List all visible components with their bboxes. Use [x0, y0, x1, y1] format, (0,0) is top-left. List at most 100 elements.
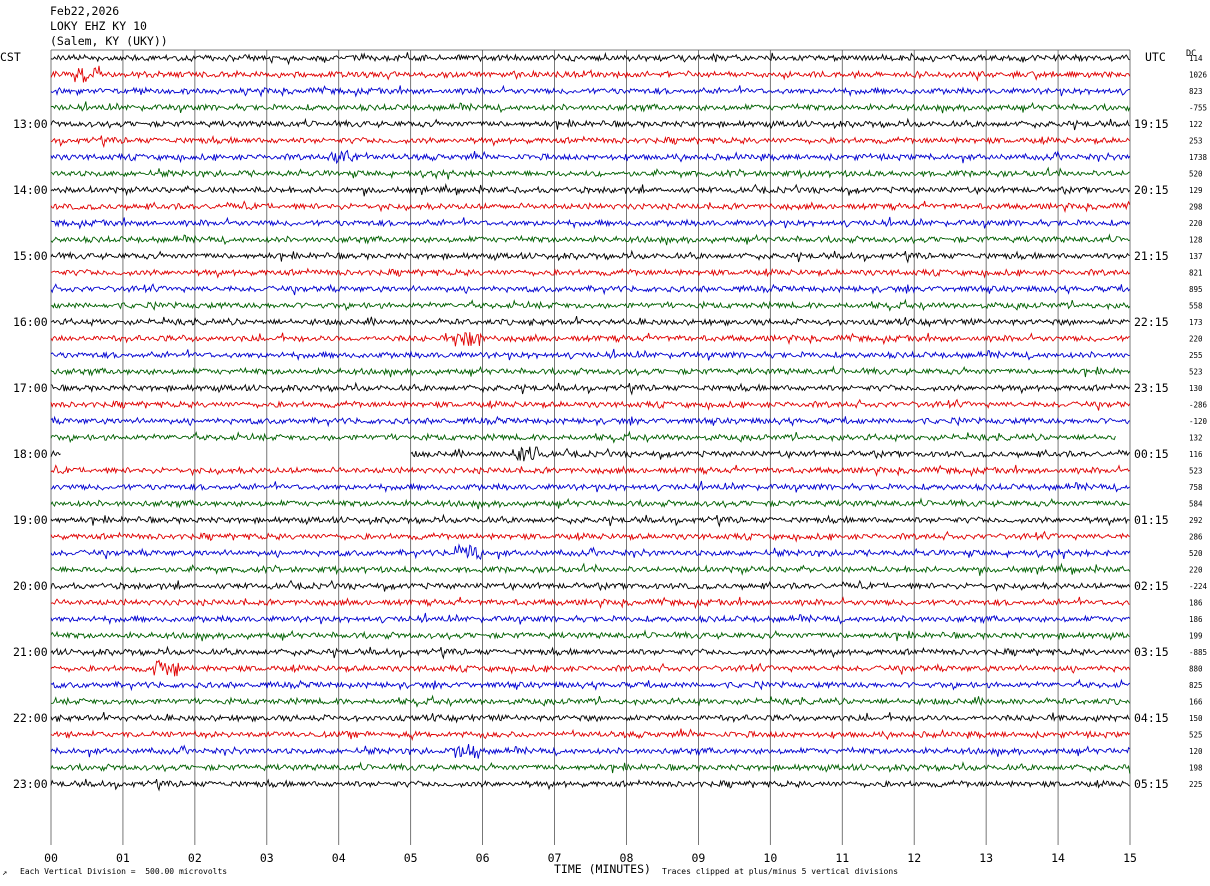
- dc-offset-label: 520: [1189, 549, 1203, 558]
- dc-offset-label: 1026: [1189, 71, 1208, 80]
- dc-offset-label: 821: [1189, 269, 1203, 278]
- x-tick-label: 12: [907, 851, 921, 865]
- trace-line: [50, 678, 1131, 692]
- trace-line: [50, 562, 1131, 576]
- trace-line: [50, 183, 1131, 197]
- trace-line: [50, 315, 1131, 328]
- dc-offset-label: 199: [1189, 632, 1203, 641]
- trace-line: [50, 117, 1131, 131]
- trace-line: [50, 348, 1130, 361]
- left-hour-label: 20:00: [13, 579, 48, 593]
- left-hour-label: 17:00: [13, 381, 48, 395]
- right-hour-label: 23:15: [1134, 381, 1169, 395]
- x-tick-label: 03: [260, 851, 274, 865]
- dc-offset-label: 166: [1189, 698, 1203, 707]
- x-tick-label: 15: [1123, 851, 1137, 865]
- trace-line: [50, 134, 1131, 149]
- dc-offset-label: 823: [1189, 87, 1203, 96]
- dc-offset-label: 292: [1189, 516, 1203, 525]
- trace-line: [50, 298, 1131, 312]
- left-hour-label: 15:00: [13, 249, 48, 263]
- dc-offset-label: 523: [1189, 467, 1203, 476]
- trace-line: [50, 398, 1131, 411]
- trace-line: [50, 629, 1130, 642]
- trace-line: [50, 415, 1131, 428]
- corner-mark: ↗: [2, 868, 8, 878]
- trace-line: [50, 513, 1130, 528]
- trace-line: [50, 332, 1130, 347]
- left-hour-label: 21:00: [13, 645, 48, 659]
- left-hour-label: 13:00: [13, 117, 48, 131]
- right-hour-label: 22:15: [1134, 315, 1169, 329]
- dc-offset-label: 523: [1189, 368, 1203, 377]
- dc-offset-label: 129: [1189, 186, 1203, 195]
- dc-offset-label: 825: [1189, 681, 1203, 690]
- trace-line: [50, 659, 1131, 677]
- right-hour-label: 20:15: [1134, 183, 1169, 197]
- right-hour-label: 00:15: [1134, 447, 1169, 461]
- left-hour-label: 14:00: [13, 183, 48, 197]
- right-hour-label: 01:15: [1134, 513, 1169, 527]
- dc-offset-label: 558: [1189, 302, 1203, 311]
- right-hour-label: 04:15: [1134, 711, 1169, 725]
- trace-line: [50, 166, 1130, 180]
- dc-offset-label: 255: [1189, 351, 1203, 360]
- left-hour-label: 22:00: [13, 711, 48, 725]
- trace-line: [50, 84, 1130, 98]
- trace-line: [50, 381, 1131, 396]
- right-hour-label: 19:15: [1134, 117, 1169, 131]
- helicorder-chart: 114 1026 823 -755 122 253 1738 520 129 298 220 128 1…: [13, 49, 1208, 865]
- dc-offset-label: 186: [1189, 599, 1203, 608]
- right-hour-label: 02:15: [1134, 579, 1169, 593]
- trace-line: [50, 446, 1131, 462]
- x-tick-label: 11: [835, 851, 849, 865]
- right-hour-label: 03:15: [1134, 645, 1169, 659]
- left-hour-label: 23:00: [13, 777, 48, 791]
- trace-line: [50, 65, 1131, 83]
- dc-offset-label: -224: [1189, 582, 1208, 591]
- x-tick-label: 04: [332, 851, 346, 865]
- dc-offset-label: 116: [1189, 450, 1203, 459]
- dc-offset-label: 1738: [1189, 153, 1208, 162]
- dc-offset-label: 880: [1189, 665, 1203, 674]
- trace-line: [50, 612, 1131, 625]
- left-hour-label: 18:00: [13, 447, 48, 461]
- dc-offset-label: 225: [1189, 780, 1203, 789]
- dc-offset-label: -755: [1189, 104, 1207, 113]
- left-hour-label: 16:00: [13, 315, 48, 329]
- trace-line: [50, 778, 1131, 792]
- x-tick-label: 02: [188, 851, 202, 865]
- left-hour-label: 19:00: [13, 513, 48, 527]
- dc-offset-label: 520: [1189, 170, 1203, 179]
- trace-line: [50, 283, 1131, 296]
- dc-offset-label: 130: [1189, 384, 1203, 393]
- dc-offset-label: 220: [1189, 335, 1203, 344]
- x-tick-label: 14: [1051, 851, 1065, 865]
- x-tick-label: 13: [979, 851, 993, 865]
- trace-line: [50, 645, 1131, 660]
- trace-line: [50, 365, 1131, 378]
- dc-offset-label: 122: [1189, 120, 1203, 129]
- trace-line: [50, 267, 1131, 279]
- trace-line: [50, 216, 1131, 230]
- dc-offset-label: 173: [1189, 318, 1203, 327]
- x-tick-label: 01: [116, 851, 130, 865]
- trace-line: [50, 480, 1131, 493]
- dc-offset-label: 758: [1189, 483, 1203, 492]
- trace-line: [50, 728, 1131, 742]
- trace-line: [50, 761, 1131, 774]
- dc-offset-label: 128: [1189, 236, 1203, 245]
- right-hour-label: 05:15: [1134, 777, 1169, 791]
- x-tick-label: 09: [691, 851, 705, 865]
- dc-offset-label: 220: [1189, 566, 1203, 575]
- trace-line: [50, 200, 1131, 213]
- x-axis-title: TIME (MINUTES): [554, 862, 651, 876]
- dc-offset-label: 150: [1189, 714, 1203, 723]
- dc-offset-label: 186: [1189, 615, 1203, 624]
- trace-line: [50, 149, 1131, 165]
- trace-line: [50, 101, 1131, 114]
- right-hour-label: 21:15: [1134, 249, 1169, 263]
- x-tick-label: 05: [404, 851, 418, 865]
- dc-offset-label: -885: [1189, 648, 1207, 657]
- trace-line: [50, 249, 1130, 264]
